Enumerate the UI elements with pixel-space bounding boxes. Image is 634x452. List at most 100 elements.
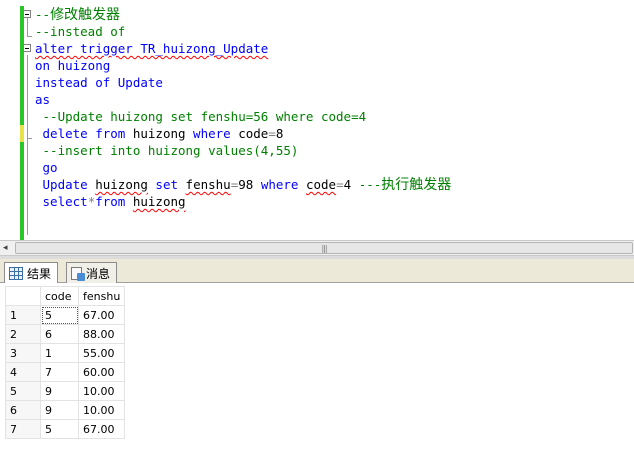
table-row[interactable]: 3 1 55.00 <box>5 343 125 363</box>
results-table[interactable]: code fenshu 1 5 67.00 2 6 88.00 3 1 55.00 4 7 60.00… <box>5 286 125 439</box>
cell-fenshu[interactable]: 10.00 <box>78 381 125 401</box>
code-token: fenshu <box>185 177 231 192</box>
change-marker <box>20 23 24 40</box>
code-line[interactable]: --修改触发器 <box>35 6 120 23</box>
code-token: Update <box>35 177 96 192</box>
change-marker <box>20 193 24 210</box>
code-token: select <box>35 194 88 209</box>
messages-icon <box>71 266 85 281</box>
code-token: -- <box>35 7 51 22</box>
collapse-toggle-icon[interactable] <box>23 10 31 18</box>
code-line[interactable]: instead of Update <box>35 74 163 91</box>
code-line[interactable]: as <box>35 91 50 108</box>
tab-results[interactable]: 结果 <box>4 262 59 284</box>
code-line[interactable]: go <box>35 159 58 176</box>
code-token: on huizong <box>35 58 111 73</box>
code-token: 修改触发器 <box>50 7 121 23</box>
table-row[interactable]: 1 5 67.00 <box>5 305 125 325</box>
tab-results-label: 结果 <box>27 267 52 281</box>
outline-guide <box>27 18 28 36</box>
cell-fenshu[interactable]: 60.00 <box>78 362 125 382</box>
change-marker <box>20 57 24 74</box>
code-token: where <box>253 177 306 192</box>
cell-code[interactable]: 1 <box>40 343 79 363</box>
cell-code[interactable]: 7 <box>40 362 79 382</box>
cell-code[interactable]: 9 <box>40 400 79 420</box>
cell-fenshu[interactable]: 67.00 <box>78 305 125 325</box>
row-number[interactable]: 3 <box>5 343 41 363</box>
change-marker <box>20 142 24 159</box>
code-token: = <box>268 126 276 141</box>
scrollbar-grip-icon: ||| <box>321 244 327 253</box>
change-marker <box>20 210 24 240</box>
code-line[interactable]: delete from huizong where code=8 <box>35 125 284 142</box>
code-token: 执行触发器 <box>381 177 452 193</box>
code-token: --instead of <box>35 24 126 39</box>
collapse-toggle-icon[interactable] <box>23 44 31 52</box>
row-number[interactable]: 4 <box>5 362 41 382</box>
change-marker <box>20 176 24 193</box>
code-token: --insert into huizong values(4,55) <box>35 143 299 158</box>
cell-fenshu[interactable]: 67.00 <box>78 419 125 439</box>
code-token: code <box>305 177 337 192</box>
row-number-header[interactable] <box>5 286 41 306</box>
code-token: huizong <box>132 126 186 141</box>
tab-messages[interactable]: 消息 <box>66 262 118 283</box>
code-token: where <box>185 126 239 141</box>
code-token: code <box>238 126 269 141</box>
tab-messages-label: 消息 <box>86 266 111 281</box>
grid-icon <box>9 267 23 280</box>
scroll-left-arrow-icon[interactable]: ◂ <box>3 243 8 253</box>
code-token: delete from <box>35 126 133 141</box>
row-number[interactable]: 2 <box>5 324 41 344</box>
cell-fenshu[interactable]: 88.00 <box>78 324 125 344</box>
cell-code[interactable]: 5 <box>40 419 79 439</box>
table-row[interactable]: 5 9 10.00 <box>5 381 125 401</box>
change-marker <box>20 125 24 142</box>
cell-code[interactable]: 6 <box>40 324 79 344</box>
cell-code[interactable]: 9 <box>40 381 79 401</box>
change-marker <box>20 74 24 91</box>
scrollbar-thumb[interactable]: ||| <box>15 242 633 254</box>
row-number[interactable]: 7 <box>5 419 41 439</box>
table-row[interactable]: 6 9 10.00 <box>5 400 125 420</box>
code-token: go <box>35 160 58 175</box>
cell-code[interactable]: 5 <box>40 305 79 325</box>
results-tabbar: 结果 消息 <box>0 259 634 284</box>
code-token: set <box>147 177 186 192</box>
table-header-row: code fenshu <box>5 286 125 306</box>
row-number[interactable]: 6 <box>5 400 41 420</box>
code-token: --Update huizong set fenshu=56 where cod… <box>35 109 367 124</box>
row-number[interactable]: 5 <box>5 381 41 401</box>
code-line[interactable]: --instead of <box>35 23 125 40</box>
cell-fenshu[interactable]: 55.00 <box>78 343 125 363</box>
row-number[interactable]: 1 <box>5 305 41 325</box>
code-line[interactable]: --insert into huizong values(4,55) <box>35 142 299 159</box>
results-grid[interactable]: code fenshu 1 5 67.00 2 6 88.00 3 1 55.00 4 7 60.00… <box>0 283 634 452</box>
table-row[interactable]: 2 6 88.00 <box>5 324 125 344</box>
code-line[interactable]: Update huizong set fenshu=98 where code=… <box>35 176 452 193</box>
table-row[interactable]: 4 7 60.00 <box>5 362 125 382</box>
column-header-fenshu[interactable]: fenshu <box>78 286 125 306</box>
table-body: 1 5 67.00 2 6 88.00 3 1 55.00 4 7 60.00 5 9 10.00 6 9 10.… <box>5 305 125 439</box>
code-token: instead of Update <box>35 75 163 90</box>
change-marker <box>20 108 24 125</box>
cell-fenshu[interactable]: 10.00 <box>78 400 125 420</box>
outline-guide <box>27 55 28 235</box>
code-line[interactable]: select*from huizong <box>35 193 186 210</box>
code-token: = <box>336 177 344 192</box>
outline-end-tick <box>27 36 32 37</box>
query-editor[interactable]: --修改触发器 --instead of alter trigger TR_huiz… <box>0 0 634 240</box>
code-line[interactable]: alter trigger TR_huizong_Update <box>35 40 268 57</box>
code-line[interactable]: on huizong <box>35 57 110 74</box>
code-line[interactable]: --Update huizong set fenshu=56 where cod… <box>35 108 367 125</box>
code-token: 4 <box>343 177 359 192</box>
column-header-code[interactable]: code <box>40 286 79 306</box>
table-row[interactable]: 7 5 67.00 <box>5 419 125 439</box>
outline-end-tick <box>27 138 32 139</box>
change-marker <box>20 91 24 108</box>
horizontal-scrollbar[interactable]: ◂ ||| <box>0 240 634 256</box>
code-token: 98 <box>238 177 254 192</box>
change-marker <box>20 159 24 176</box>
editor-margin <box>0 0 8 240</box>
